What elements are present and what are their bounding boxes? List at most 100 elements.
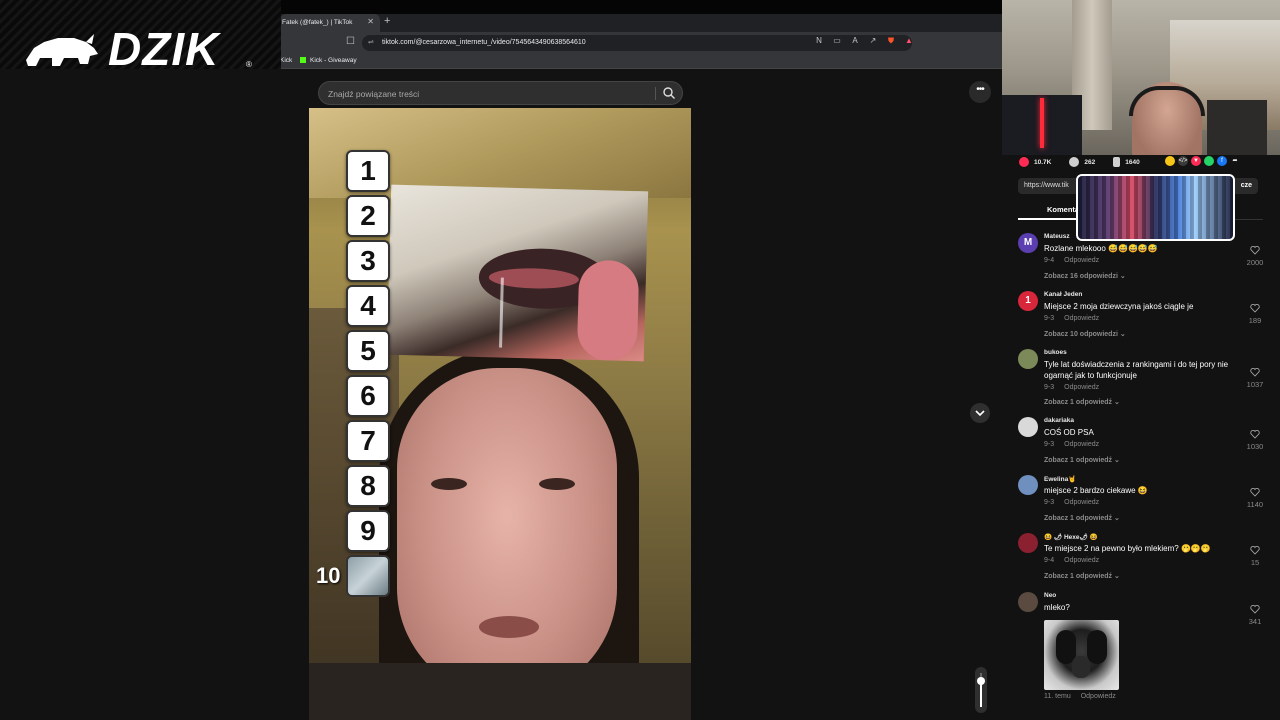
rank-slot: 7 (346, 420, 390, 462)
comment-author[interactable]: Kanał Jeden (1044, 291, 1082, 298)
logo-text: DZIK (108, 23, 220, 75)
view-replies-button[interactable]: Zobacz 1 odpowiedź ⌄ (1044, 572, 1120, 580)
comment-author[interactable]: Mateusz (1044, 233, 1070, 240)
whatsapp-icon[interactable] (1204, 156, 1214, 166)
comment-text: COŚ OD PSA (1044, 428, 1094, 437)
avatar[interactable] (1018, 417, 1038, 437)
comment-author[interactable]: dakariaka (1044, 417, 1074, 424)
translate-icon[interactable]: A (850, 36, 860, 46)
view-replies-button[interactable]: Zobacz 16 odpowiedzi ⌄ (1044, 272, 1126, 280)
view-replies-button[interactable]: Zobacz 1 odpowiedź ⌄ (1044, 456, 1120, 464)
comment-image[interactable] (1044, 620, 1119, 690)
rewards-icon[interactable]: ▲ (904, 36, 914, 46)
avatar[interactable]: M (1018, 233, 1038, 253)
heart-outline-icon[interactable] (1250, 604, 1260, 614)
comment-text: Miejsce 2 moja dziewczyna jakoś ciągle j… (1044, 302, 1194, 311)
comment-likes: 1030 (1242, 429, 1268, 451)
saves-count: 1640 (1125, 158, 1140, 166)
facebook-icon[interactable]: f (1217, 156, 1227, 166)
extension-icon-1[interactable]: N (814, 36, 824, 46)
comment-date: 9-4 (1044, 257, 1055, 264)
comment-item: 1 Kanał Jeden Miejsce 2 moja dziewczyna … (1018, 291, 1268, 347)
kick-icon (300, 57, 306, 63)
comment-author[interactable]: Neo (1044, 592, 1056, 599)
comment-icon[interactable] (1069, 157, 1080, 167)
bookmark-kick-giveaway[interactable]: Kick - Giveaway (300, 57, 357, 64)
reply-button[interactable]: Odpowiedz (1081, 693, 1116, 700)
video-face (397, 368, 617, 698)
heart-outline-icon[interactable] (1250, 245, 1260, 255)
rank-ten-label: 10 (316, 563, 341, 588)
comment-author[interactable]: 😆 🌶 Hexe🌶 😆 (1044, 533, 1098, 541)
reply-button[interactable]: Odpowiedz (1064, 441, 1099, 448)
comment-likes: 1140 (1242, 487, 1268, 509)
reply-button[interactable]: Odpowiedz (1064, 384, 1099, 391)
like-count: 341 (1248, 617, 1262, 626)
heart-icon[interactable] (1019, 157, 1029, 167)
rank-slot: 8 (346, 465, 390, 507)
brave-shield-icon[interactable]: ⛊ (886, 36, 896, 46)
bookmark-icon[interactable]: ☐ (346, 36, 355, 47)
rank-slot: 1 (346, 150, 390, 192)
tab-strip: Fatek (@fatek_) | TikTok ✕ + (280, 14, 1002, 32)
rank-slot: 4 (346, 285, 390, 327)
screen: Fatek (@fatek_) | TikTok ✕ + ☐ ⇌ tiktok.… (0, 0, 1280, 720)
volume-slider[interactable] (975, 667, 987, 713)
reply-button[interactable]: Odpowiedz (1064, 557, 1099, 564)
embed-icon[interactable]: </> (1178, 156, 1188, 166)
avatar[interactable] (1018, 349, 1038, 369)
comment-meta: 9-4 Odpowiedz (1044, 557, 1099, 564)
heart-outline-icon[interactable] (1250, 487, 1260, 497)
search-placeholder: Znajdź powiązane treści (328, 89, 420, 99)
stream-alert-overlay (1076, 174, 1235, 241)
comment-item: Neo mleko? 11. temu Odpowiedz 341 (1018, 592, 1268, 707)
view-replies-button[interactable]: Zobacz 1 odpowiedź ⌄ (1044, 398, 1120, 406)
heart-outline-icon[interactable] (1250, 367, 1260, 377)
share-icon[interactable]: ↗ (868, 36, 878, 46)
address-bar-row: ☐ ⇌ tiktok.com/@cesarzowa_internetu_/vid… (280, 32, 1002, 54)
avatar[interactable]: 1 (1018, 291, 1038, 311)
comment-item: M Mateusz Rozlane mlekooo 😅😅😅😅😅 9-4 Odpow… (1018, 233, 1268, 289)
video-mouth (479, 616, 539, 638)
rank-slot: 2 (346, 195, 390, 237)
comment-date: 11. temu (1044, 693, 1071, 700)
close-tab-icon[interactable]: ✕ (367, 17, 374, 26)
comment-author[interactable]: Ewelina🤘 (1044, 475, 1076, 483)
related-search-input[interactable]: Znajdź powiązane treści (318, 81, 683, 105)
avatar[interactable] (1018, 533, 1038, 553)
comments-count: 262 (1084, 158, 1096, 166)
browser-tab[interactable]: Fatek (@fatek_) | TikTok ✕ (280, 14, 380, 32)
view-replies-button[interactable]: Zobacz 1 odpowiedź ⌄ (1044, 514, 1120, 522)
reply-button[interactable]: Odpowiedz (1064, 257, 1099, 264)
heart-outline-icon[interactable] (1250, 303, 1260, 313)
next-video-button[interactable] (970, 403, 990, 423)
comment-author[interactable]: bukoes (1044, 349, 1067, 356)
video-link-text: https://www.tik (1024, 182, 1069, 189)
registered-mark: ® (246, 60, 252, 69)
heart-outline-icon[interactable] (1250, 545, 1260, 555)
bookmark-kick[interactable]: Kick (280, 57, 292, 64)
reply-button[interactable]: Odpowiedz (1064, 315, 1099, 322)
heart-outline-icon[interactable] (1250, 429, 1260, 439)
comment-likes: 189 (1242, 303, 1268, 325)
avatar[interactable] (1018, 592, 1038, 612)
comment-text: Te miejsce 2 na pewno było mlekiem? 🫢🫢🫢 (1044, 544, 1211, 553)
bookmark-label: Kick - Giveaway (310, 57, 357, 64)
site-info-icon[interactable]: ⇌ (368, 38, 374, 46)
extensions-toolbar: N ▭ A ↗ ⛊ ▲ (814, 36, 914, 46)
send-icon[interactable]: ▼ (1191, 156, 1201, 166)
volume-knob[interactable] (977, 677, 985, 685)
coin-icon[interactable] (1165, 156, 1175, 166)
search-icon[interactable] (662, 86, 676, 100)
copy-link-button[interactable]: cze (1241, 182, 1252, 189)
bookmark-icon[interactable] (1113, 157, 1121, 167)
comment-date: 9-3 (1044, 384, 1055, 391)
extension-icon-2[interactable]: ▭ (832, 36, 842, 46)
new-tab-icon[interactable]: + (384, 15, 390, 27)
share-row: </> ▼ f ➦ (1165, 156, 1240, 166)
reply-button[interactable]: Odpowiedz (1064, 499, 1099, 506)
more-options-button[interactable]: ••• (969, 81, 991, 103)
view-replies-button[interactable]: Zobacz 10 odpowiedzi ⌄ (1044, 330, 1126, 338)
avatar[interactable] (1018, 475, 1038, 495)
share-arrow-icon[interactable]: ➦ (1230, 156, 1240, 166)
